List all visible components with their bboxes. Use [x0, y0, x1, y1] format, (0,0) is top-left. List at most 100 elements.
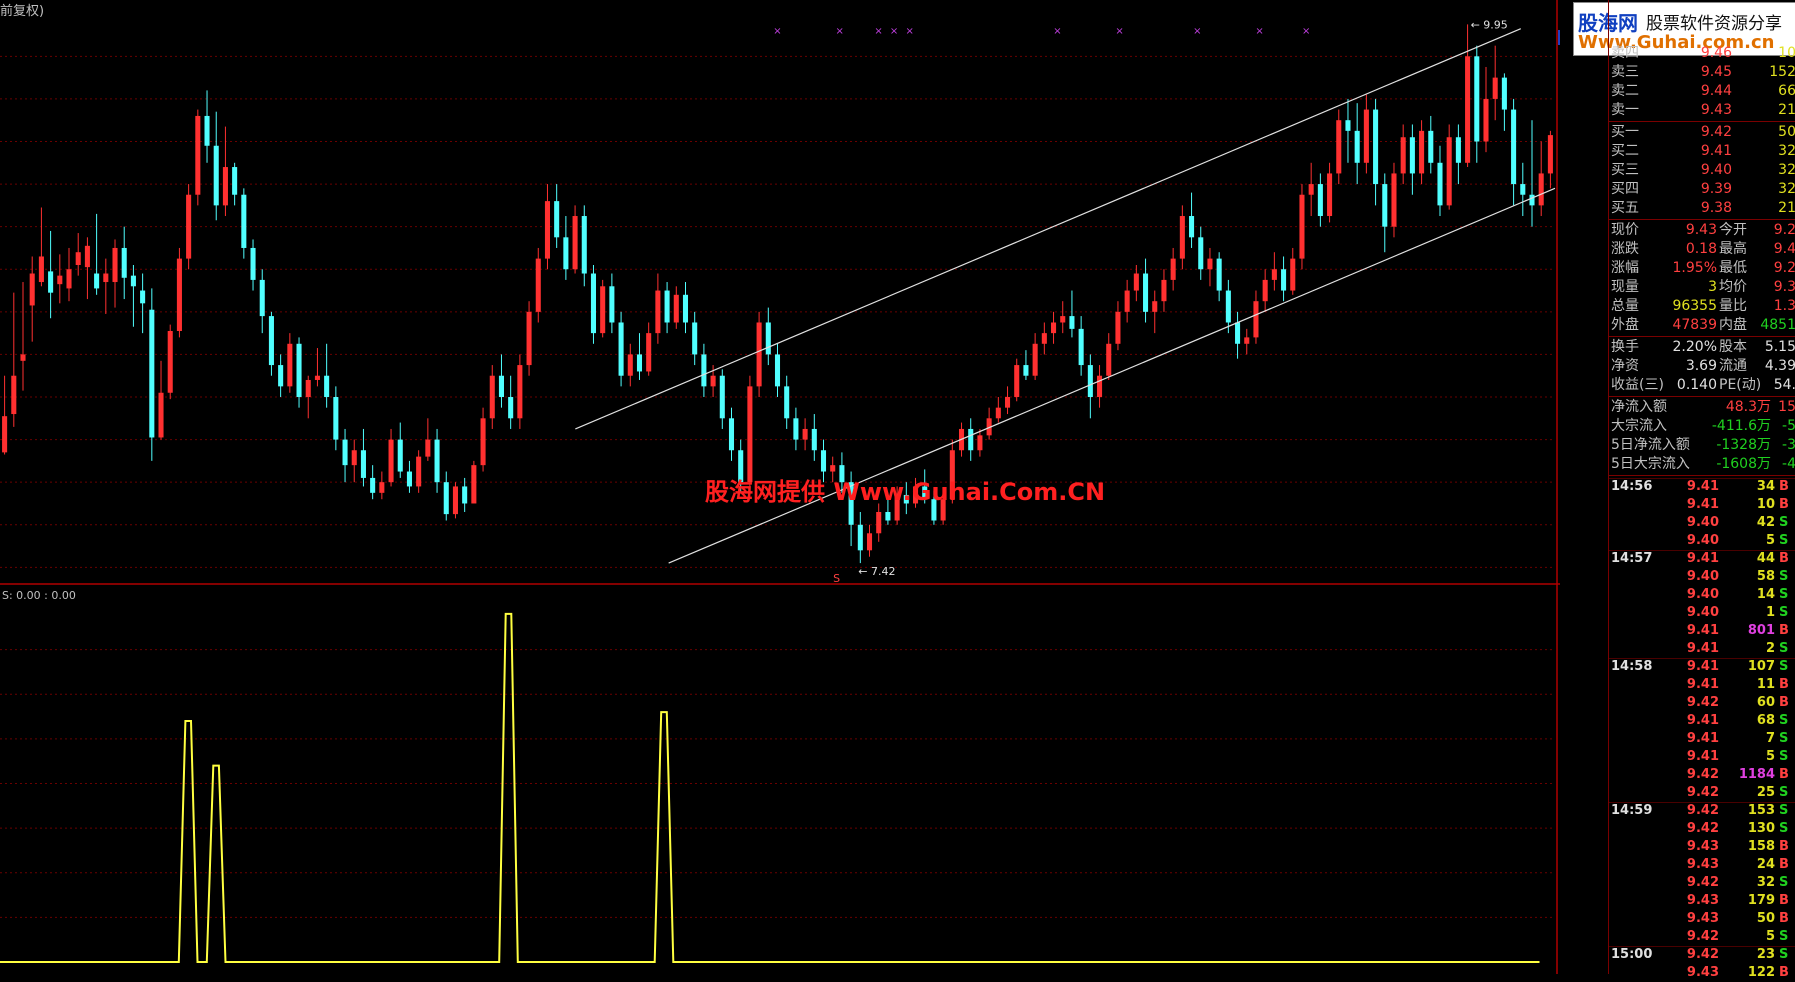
- tick-side: S: [1779, 785, 1789, 800]
- tick-price: 9.41: [1686, 551, 1719, 566]
- candle-body: [342, 439, 348, 466]
- candle-body: [388, 439, 394, 483]
- tick-price: 9.42: [1686, 803, 1719, 818]
- candle-body: [443, 482, 449, 515]
- buy-level-label: 买二: [1611, 143, 1639, 159]
- tick-side: S: [1779, 821, 1789, 836]
- stat-value: 54.: [1773, 377, 1795, 393]
- candle-body: [397, 439, 403, 472]
- candle-body: [1281, 269, 1287, 291]
- tick-volume: 23: [1756, 947, 1775, 962]
- tick-volume: 2: [1765, 641, 1775, 656]
- candle-body: [48, 271, 54, 293]
- tick-time: 14:59: [1611, 803, 1653, 818]
- flow-row: 大宗流入 -411.6万 -5: [1609, 417, 1795, 436]
- stat-row: 现价 9.43 今开 9.2: [1609, 221, 1795, 240]
- tick-row: 9.41 11 B: [1609, 676, 1795, 694]
- candle-body: [701, 354, 707, 387]
- candle-body: [1400, 137, 1406, 174]
- tick-row: 9.43 122 B: [1609, 964, 1795, 982]
- stat-row: 收益(三) 0.140 PE(动) 54.: [1609, 376, 1795, 395]
- candle-body: [1179, 216, 1185, 259]
- candle-body: [1161, 279, 1167, 302]
- tick-row: 14:56 9.41 34 B: [1609, 478, 1795, 496]
- candle-body: [1207, 258, 1213, 270]
- tick-row: 9.42 60 B: [1609, 694, 1795, 712]
- stat-row: 现量 3 均价 9.3: [1609, 278, 1795, 297]
- stat-value: 4851: [1760, 317, 1795, 333]
- candle-body: [866, 533, 873, 551]
- stat-label: 现量: [1611, 279, 1639, 295]
- stat-value: 5.15: [1764, 339, 1795, 355]
- stat-label: 现价: [1611, 222, 1639, 238]
- tick-volume: 5: [1765, 929, 1775, 944]
- indicator-chart[interactable]: 35.0030.0025.0020.0015.0010.005.00S: 0.0…: [0, 585, 1560, 974]
- candle-body: [793, 418, 799, 440]
- candle-body: [1382, 184, 1388, 227]
- flow-value-2: 15: [1778, 399, 1795, 415]
- tick-row: 9.43 179 B: [1609, 892, 1795, 910]
- tick-time: 14:56: [1611, 479, 1653, 494]
- candle-body: [1446, 137, 1452, 206]
- candle-body: [618, 322, 624, 376]
- tick-price: 9.42: [1686, 929, 1719, 944]
- candle-body: [609, 286, 615, 323]
- tick-price: 9.40: [1686, 569, 1719, 584]
- stat-row: 外盘 47839 内盘 4851: [1609, 316, 1795, 335]
- stat-row: 换手 2.20% 股本 5.15: [1609, 338, 1795, 357]
- tick-volume: 179: [1747, 893, 1775, 908]
- candle-body: [1225, 290, 1231, 323]
- candle-body: [1032, 343, 1038, 376]
- candle-body: [1327, 173, 1333, 217]
- candle-body: [351, 450, 357, 466]
- candle-body: [765, 322, 771, 355]
- candle-body: [1069, 316, 1075, 329]
- tick-price: 9.41: [1686, 641, 1719, 656]
- stat-value: 9.2: [1773, 222, 1795, 238]
- tick-price: 9.43: [1686, 857, 1719, 872]
- tick-volume: 153: [1747, 803, 1775, 818]
- tick-price: 9.41: [1686, 731, 1719, 746]
- candle-body: [1097, 375, 1103, 398]
- tick-price: 9.40: [1686, 605, 1719, 620]
- candle-body: [1060, 316, 1066, 323]
- tick-price: 9.40: [1686, 533, 1719, 548]
- candle-body: [627, 354, 633, 376]
- tick-side: B: [1779, 623, 1789, 638]
- event-marker: ×: [836, 26, 844, 37]
- flow-value: -411.6万: [1711, 418, 1771, 434]
- candle-body: [1363, 109, 1369, 163]
- tick-row: 9.42 1184 B: [1609, 766, 1795, 784]
- tick-price: 9.42: [1686, 875, 1719, 890]
- candle-body: [314, 375, 320, 380]
- buy-order-row: 买三 9.40 32: [1609, 161, 1795, 180]
- tick-price: 9.40: [1686, 587, 1719, 602]
- separator: [1609, 219, 1795, 220]
- candle-body: [784, 386, 790, 419]
- candle-body: [664, 290, 670, 323]
- stat-label: 最高: [1719, 241, 1747, 257]
- candle-body: [1041, 333, 1047, 344]
- candle-body: [480, 418, 486, 466]
- candle-body: [646, 333, 652, 372]
- tick-price: 9.41: [1686, 659, 1719, 674]
- tick-side: B: [1779, 911, 1789, 926]
- candle-body: [563, 237, 569, 270]
- candle-body: [673, 294, 679, 323]
- candle-body: [268, 316, 274, 366]
- tick-price: 9.42: [1686, 767, 1719, 782]
- tick-volume: 801: [1747, 623, 1775, 638]
- candle-body: [498, 375, 504, 398]
- candle-body: [1124, 290, 1130, 312]
- buy-level-price: 9.42: [1700, 124, 1732, 140]
- event-marker: ×: [905, 26, 913, 37]
- flow-label: 净流入额: [1611, 399, 1667, 415]
- tick-price: 9.43: [1686, 911, 1719, 926]
- stat-label: 涨幅: [1611, 260, 1639, 276]
- tick-side: S: [1779, 659, 1789, 674]
- candle-body: [1299, 194, 1305, 259]
- tick-volume: 42: [1756, 515, 1775, 530]
- candle-body: [885, 511, 891, 521]
- event-marker: ×: [1255, 26, 1263, 37]
- candle-body: [1262, 279, 1268, 302]
